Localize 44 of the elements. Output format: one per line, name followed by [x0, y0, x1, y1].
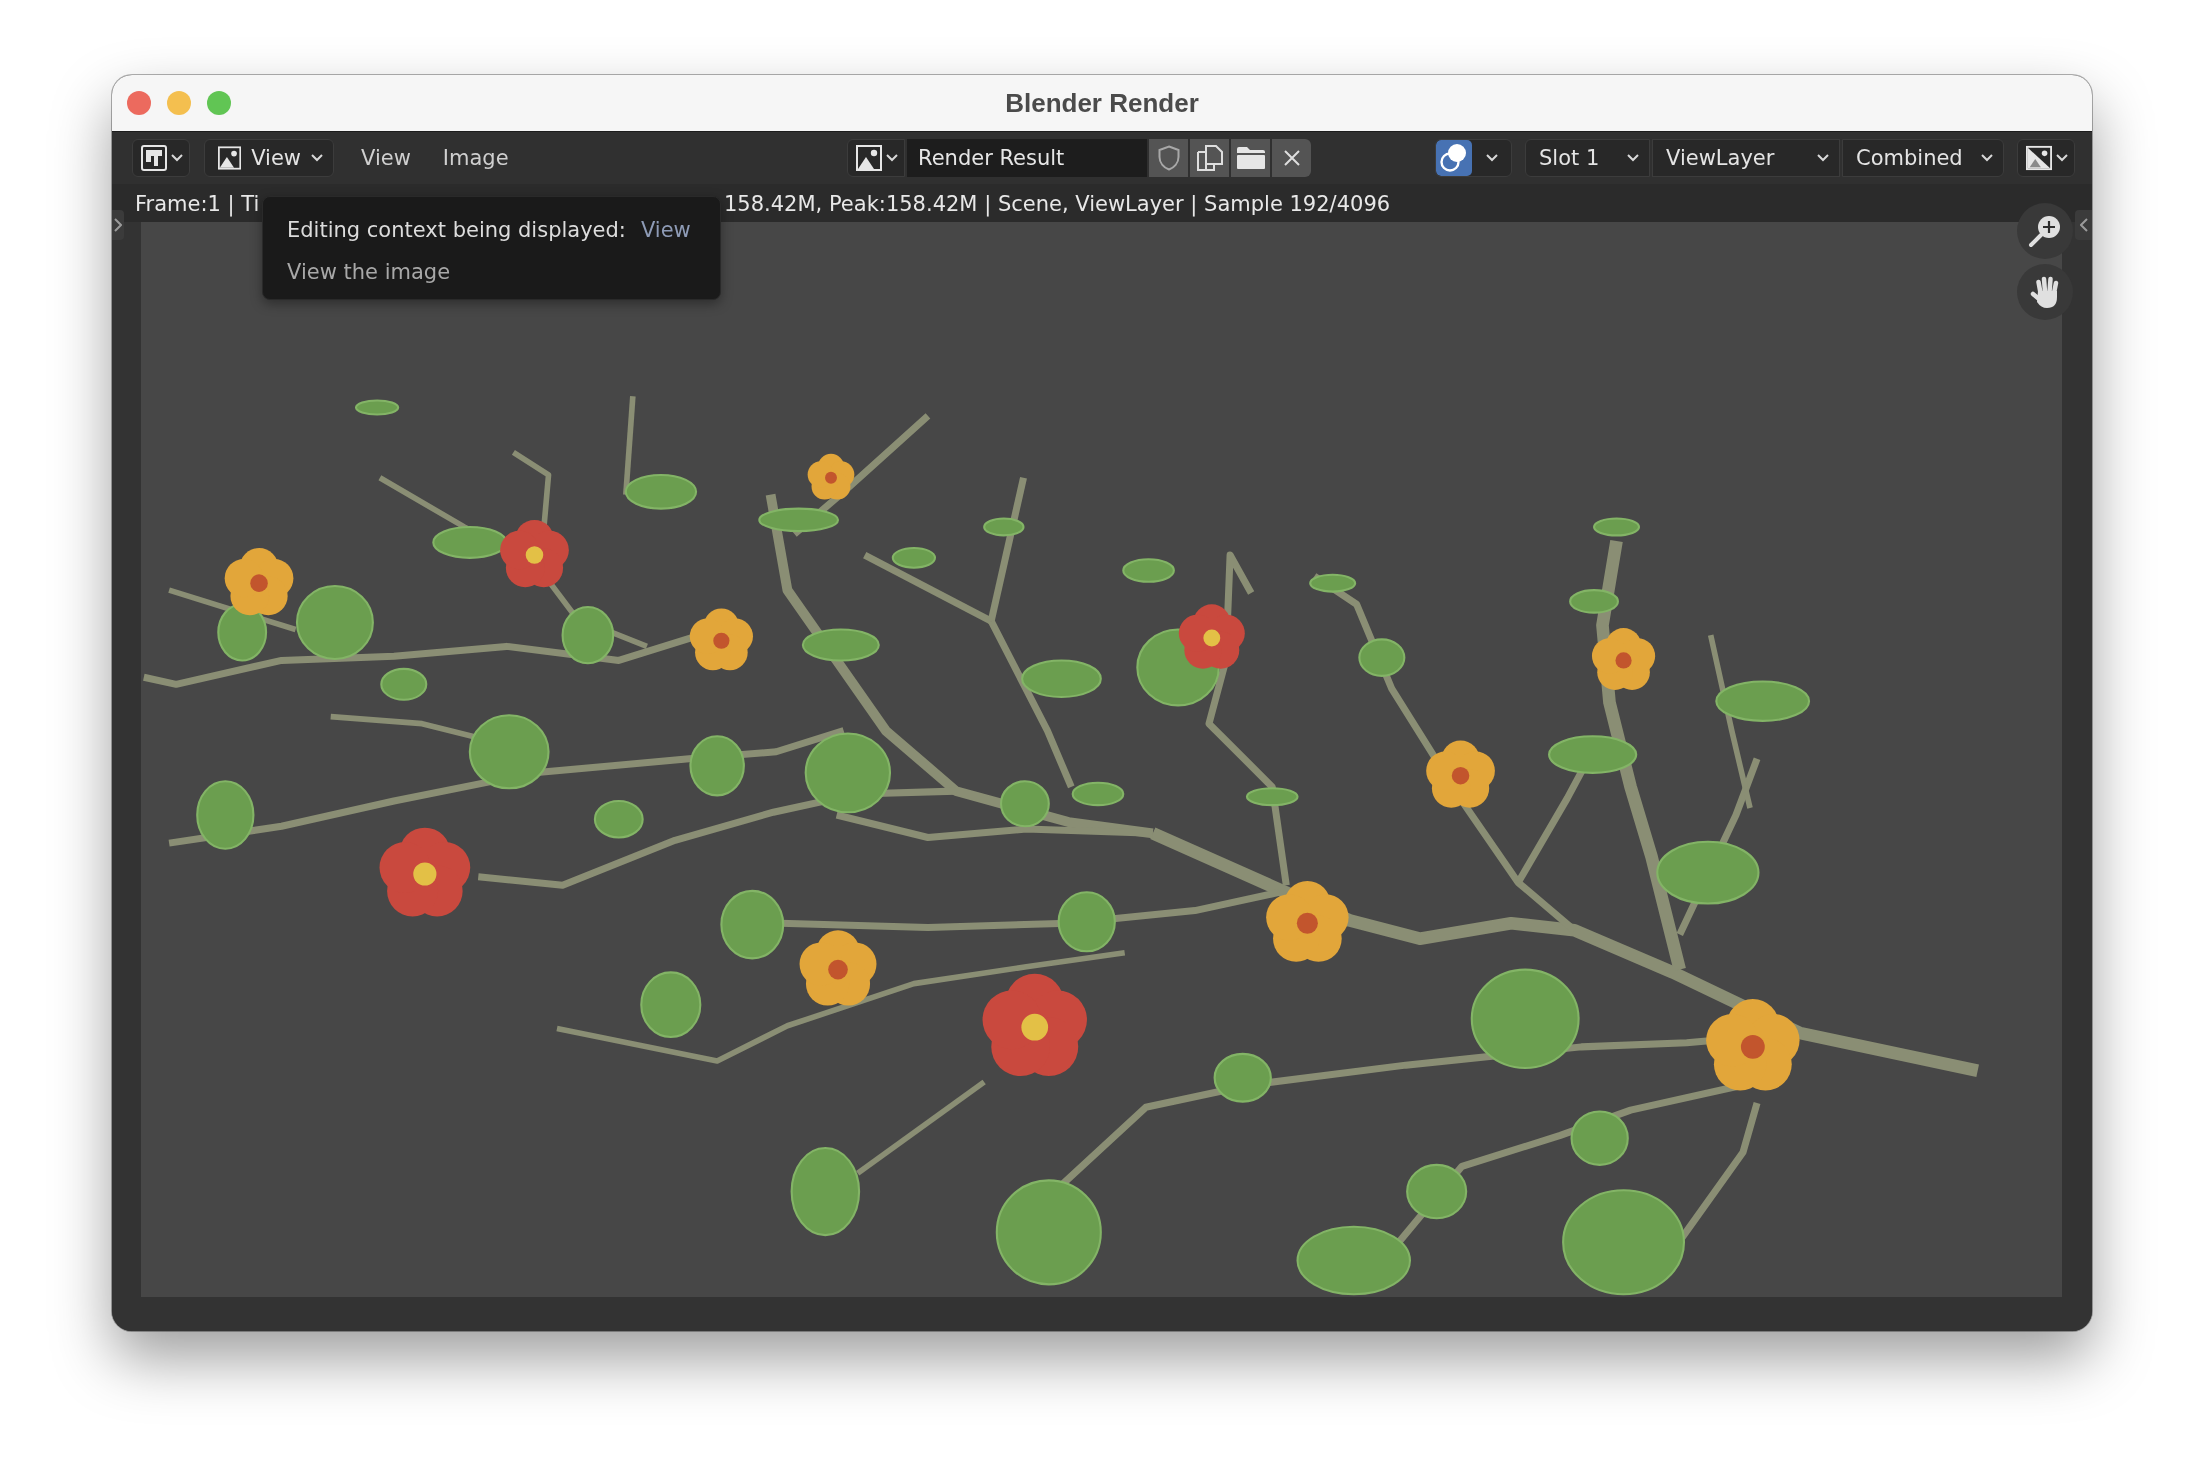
header-dropdown[interactable]: Slot 1: [1525, 139, 1650, 177]
image-icon: [218, 145, 242, 171]
chevron-down-icon: [1981, 154, 1993, 162]
status-text: Frame:1 | Ti: [134, 191, 261, 216]
folder-button[interactable]: [1231, 139, 1270, 177]
chevron-down-icon: [886, 154, 898, 162]
chevron-down-icon: [2056, 154, 2068, 162]
folder-icon: [1236, 147, 1265, 169]
editor-type-dropdown[interactable]: [132, 139, 190, 177]
chevron-down-icon: [1485, 154, 1498, 162]
copy-button[interactable]: [1190, 139, 1229, 177]
chevron-down-icon: [1817, 154, 1829, 162]
status-text: 158.42M, Peak:158.42M | Scene, ViewLayer | Sample 192/4096: [723, 191, 1392, 216]
close-window-button[interactable]: [127, 91, 151, 115]
header-dropdown[interactable]: Combined: [1842, 139, 2004, 177]
image-icon: [856, 145, 882, 171]
mode-dropdown[interactable]: View: [204, 139, 334, 177]
header-dropdown[interactable]: ViewLayer: [1652, 139, 1840, 177]
chevron-down-icon: [171, 154, 183, 162]
shield-button[interactable]: [1149, 139, 1188, 177]
toolbar-toggle[interactable]: [112, 210, 124, 240]
window-title: Blender Render: [1005, 87, 1199, 119]
chevron-down-icon: [311, 154, 323, 162]
remove-button[interactable]: [1272, 139, 1311, 177]
close-icon: [1283, 150, 1300, 166]
chevron-down-icon: [1627, 154, 1639, 162]
split-image-icon: [2026, 145, 2052, 171]
editor-icon: [141, 145, 167, 171]
channels-dropdown[interactable]: [1435, 139, 1512, 177]
tooltip-label: Editing context being displayed:: [287, 217, 626, 244]
zoom-in-icon: [2028, 214, 2062, 248]
menu-item[interactable]: Image: [432, 142, 519, 174]
copy-icon: [1196, 145, 1223, 171]
tooltip-description: View the image: [287, 259, 452, 286]
display-dropdown[interactable]: [2017, 139, 2075, 177]
chevron-left-icon: [2079, 218, 2088, 232]
image-browse-dropdown[interactable]: [847, 139, 905, 177]
image-name-field[interactable]: Render Result: [907, 139, 1147, 177]
menu-item[interactable]: View: [351, 142, 421, 174]
sidebar-toggle[interactable]: [2075, 210, 2092, 240]
tooltip-value: View: [640, 217, 691, 244]
shield-icon: [1157, 145, 1180, 171]
hand-icon: [2030, 275, 2060, 309]
chevron-right-icon: [114, 218, 122, 232]
